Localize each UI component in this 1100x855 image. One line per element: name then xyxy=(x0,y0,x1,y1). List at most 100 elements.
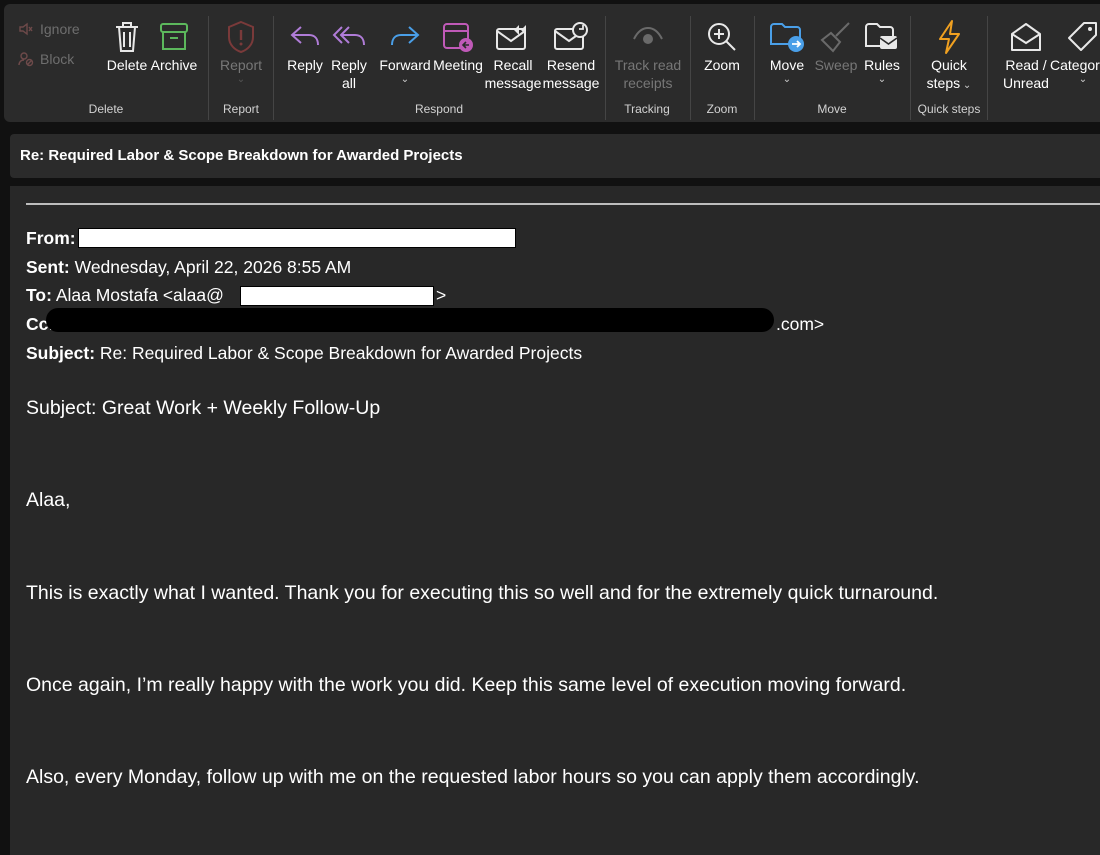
reading-pane[interactable]: From: Sent: Wednesday, April 22, 2026 8:… xyxy=(10,186,1100,855)
reply-all-label-2: all xyxy=(341,75,356,91)
zoom-button[interactable]: Zoom xyxy=(697,18,747,74)
from-label: From: xyxy=(26,228,76,248)
track-label-1: Track read xyxy=(614,57,682,73)
chevron-down-icon: ⌄ xyxy=(782,74,792,85)
rules-icon xyxy=(865,23,898,49)
chevron-down-icon: ⌄ xyxy=(236,74,246,85)
body-paragraph-2: Once again, I’m really happy with the wo… xyxy=(26,674,907,696)
report-group-label: Report xyxy=(222,102,260,116)
resend-message-button[interactable]: Resend message xyxy=(542,18,600,92)
reply-button[interactable]: Reply xyxy=(284,18,326,74)
to-line: To: Alaa Mostafa <alaa@ xyxy=(26,285,224,306)
broom-icon xyxy=(820,22,850,53)
ignore-label: Ignore xyxy=(40,21,80,37)
subject-label: Subject: xyxy=(26,343,96,363)
read-unread-label-1: Read / xyxy=(1005,57,1047,73)
reply-icon xyxy=(290,26,319,46)
body-greeting: Alaa, xyxy=(26,489,71,511)
quick-steps-button[interactable]: Quick steps ⌄ xyxy=(921,18,977,95)
track-label-2: receipts xyxy=(623,75,673,91)
sweep-label: Sweep xyxy=(814,57,858,73)
respond-group-label: Respond xyxy=(414,102,464,116)
zoom-in-icon xyxy=(708,23,736,51)
forward-label: Forward xyxy=(379,57,431,73)
read-receipt-icon xyxy=(633,26,663,44)
reply-all-icon xyxy=(332,26,365,46)
move-group: Move ⌄ Sweep Rules ⌄ Move xyxy=(755,4,909,122)
subject-line: Subject: Re: Required Labor & Scope Brea… xyxy=(26,343,582,364)
report-button[interactable]: Report ⌄ xyxy=(213,18,269,86)
categorize-button[interactable]: Categorize ⌄ xyxy=(1050,18,1100,86)
cc-suffix: .com> xyxy=(776,314,825,334)
block-label: Block xyxy=(40,51,75,67)
to-value: Alaa Mostafa <alaa@ xyxy=(55,285,224,305)
sent-line: Sent: Wednesday, April 22, 2026 8:55 AM xyxy=(26,257,351,278)
respond-group: Reply Reply all Forward ⌄ Meeting Recall… xyxy=(274,4,604,122)
move-button[interactable]: Move ⌄ xyxy=(765,18,809,86)
sweep-button[interactable]: Sweep xyxy=(813,18,859,74)
calendar-reply-icon xyxy=(443,23,473,52)
reply-label: Reply xyxy=(287,57,323,73)
body-subject-line: Subject: Great Work + Weekly Follow-Up xyxy=(26,397,381,419)
quick-steps-label-2: steps xyxy=(926,75,961,91)
move-folder-icon xyxy=(770,23,804,52)
delete-group-label: Delete xyxy=(88,102,124,116)
rules-button[interactable]: Rules ⌄ xyxy=(861,18,903,86)
report-group: Report ⌄ Report xyxy=(209,4,273,122)
zoom-group-label: Zoom xyxy=(706,102,738,116)
ribbon-toolbar: Ignore Block Delete Archive Delete Repor… xyxy=(4,4,1100,122)
redacted-from-address xyxy=(78,228,516,248)
quick-steps-label-1: Quick xyxy=(931,57,967,73)
resend-message-icon xyxy=(554,22,588,50)
report-label: Report xyxy=(219,57,263,73)
block-button[interactable]: Block xyxy=(18,48,74,70)
recall-label-1: Recall xyxy=(493,57,533,73)
redacted-to-domain xyxy=(240,286,434,306)
chevron-down-icon: ⌄ xyxy=(1078,74,1088,85)
zoom-group: Zoom Zoom xyxy=(691,4,753,122)
chevron-down-icon: ⌄ xyxy=(877,74,887,85)
from-line: From: xyxy=(26,228,76,249)
archive-label: Archive xyxy=(150,57,198,73)
ignore-button[interactable]: Ignore xyxy=(18,18,80,40)
header-divider xyxy=(26,203,1100,205)
redacted-cc-addresses xyxy=(46,308,774,332)
quick-steps-group: Quick steps ⌄ Quick steps xyxy=(911,4,987,122)
move-group-label: Move xyxy=(817,102,847,116)
delete-label: Delete xyxy=(106,57,148,73)
shield-warning-icon xyxy=(228,20,254,54)
resend-label-2: message xyxy=(542,75,600,91)
move-label: Move xyxy=(769,57,805,73)
lightning-icon xyxy=(939,20,960,54)
block-icon xyxy=(18,52,34,67)
to-suffix: > xyxy=(436,285,447,305)
body-paragraph-3: Also, every Monday, follow up with me on… xyxy=(26,766,920,788)
archive-icon xyxy=(160,23,188,50)
forward-icon xyxy=(391,26,420,46)
subject-value: Re: Required Labor & Scope Breakdown for… xyxy=(99,343,583,363)
rules-label: Rules xyxy=(864,57,900,73)
sent-value: Wednesday, April 22, 2026 8:55 AM xyxy=(74,257,352,277)
to-label: To: xyxy=(26,285,52,305)
meeting-button[interactable]: Meeting xyxy=(432,18,484,74)
forward-button[interactable]: Forward ⌄ xyxy=(378,18,432,86)
body-paragraph-1: This is exactly what I wanted. Thank you… xyxy=(26,582,939,604)
recall-message-button[interactable]: Recall message xyxy=(484,18,542,92)
meeting-label: Meeting xyxy=(433,57,483,73)
read-unread-button[interactable]: Read / Unread xyxy=(996,18,1056,92)
message-subject-title: Re: Required Labor & Scope Breakdown for… xyxy=(20,147,463,164)
chevron-down-icon: ⌄ xyxy=(960,80,972,91)
tag-icon xyxy=(1068,22,1097,51)
recall-message-icon xyxy=(496,25,526,50)
categorize-label: Categorize xyxy=(1050,57,1100,73)
reply-all-button[interactable]: Reply all xyxy=(330,18,368,92)
delete-button[interactable]: Delete xyxy=(104,18,150,74)
archive-button[interactable]: Archive xyxy=(150,18,198,74)
delete-group: Ignore Block Delete Archive Delete xyxy=(4,4,208,122)
track-read-receipts-button[interactable]: Track read receipts xyxy=(610,18,686,92)
read-unread-label-2: Unread xyxy=(1003,75,1049,91)
chevron-down-icon: ⌄ xyxy=(400,74,410,85)
reply-all-label-1: Reply xyxy=(331,57,367,73)
sent-label: Sent: xyxy=(26,257,70,277)
resend-label-1: Resend xyxy=(546,57,596,73)
